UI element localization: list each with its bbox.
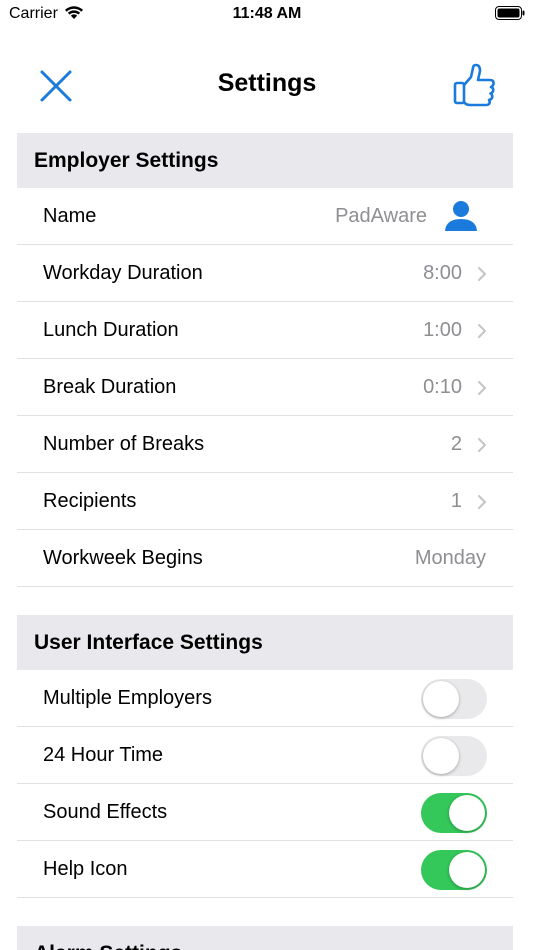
row-value: 2	[450, 433, 462, 455]
multiple-employers-toggle[interactable]	[421, 679, 487, 719]
row-workday-duration[interactable]: Workday Duration 8:00	[17, 245, 513, 302]
row-help-icon: Help Icon	[17, 841, 513, 898]
navigation-bar: Settings	[0, 56, 534, 116]
row-value: 1:00	[423, 319, 462, 341]
row-sound-effects: Sound Effects	[17, 784, 513, 841]
row-name[interactable]: Name PadAware	[17, 188, 513, 245]
row-24-hour-time: 24 Hour Time	[17, 727, 513, 784]
row-lunch-duration[interactable]: Lunch Duration 1:00	[17, 302, 513, 359]
thumbs-up-icon	[453, 63, 495, 107]
section-header-employer: Employer Settings	[17, 133, 513, 188]
row-multiple-employers: Multiple Employers	[17, 670, 513, 727]
row-label: 24 Hour Time	[43, 744, 164, 766]
chevron-right-icon	[478, 381, 486, 395]
row-label: Number of Breaks	[43, 433, 205, 455]
row-label: Break Duration	[43, 376, 177, 398]
like-button[interactable]	[452, 62, 498, 108]
chevron-right-icon	[478, 495, 486, 509]
row-value: 0:10	[423, 376, 462, 398]
battery-icon	[495, 6, 525, 25]
chevron-right-icon	[478, 324, 486, 338]
row-label: Lunch Duration	[43, 319, 179, 341]
user-icon[interactable]	[444, 200, 478, 232]
sound-effects-toggle[interactable]	[421, 793, 487, 833]
row-recipients[interactable]: Recipients 1	[17, 473, 513, 530]
row-label: Multiple Employers	[43, 687, 212, 709]
row-value: 8:00	[423, 262, 462, 284]
row-break-duration[interactable]: Break Duration 0:10	[17, 359, 513, 416]
section-header-user-interface: User Interface Settings	[17, 615, 513, 670]
row-label: Sound Effects	[43, 801, 168, 823]
row-label: Recipients	[43, 490, 137, 512]
status-bar: Carrier 11:48 AM	[0, 0, 534, 30]
row-value: Monday	[414, 547, 486, 569]
24-hour-time-toggle[interactable]	[421, 736, 487, 776]
row-workweek-begins[interactable]: Workweek Begins Monday	[17, 530, 513, 587]
row-label: Name	[43, 205, 97, 227]
chevron-right-icon	[478, 438, 486, 452]
row-value: PadAware	[335, 205, 427, 227]
status-time: 11:48 AM	[232, 5, 302, 22]
row-value: 1	[450, 490, 462, 512]
help-icon-toggle[interactable]	[421, 850, 487, 890]
row-label: Workweek Begins	[43, 547, 203, 569]
section-header-alarm: Alarm Settings	[17, 926, 513, 950]
row-number-of-breaks[interactable]: Number of Breaks 2	[17, 416, 513, 473]
chevron-right-icon	[478, 267, 486, 281]
row-label: Help Icon	[43, 858, 128, 880]
row-label: Workday Duration	[43, 262, 203, 284]
